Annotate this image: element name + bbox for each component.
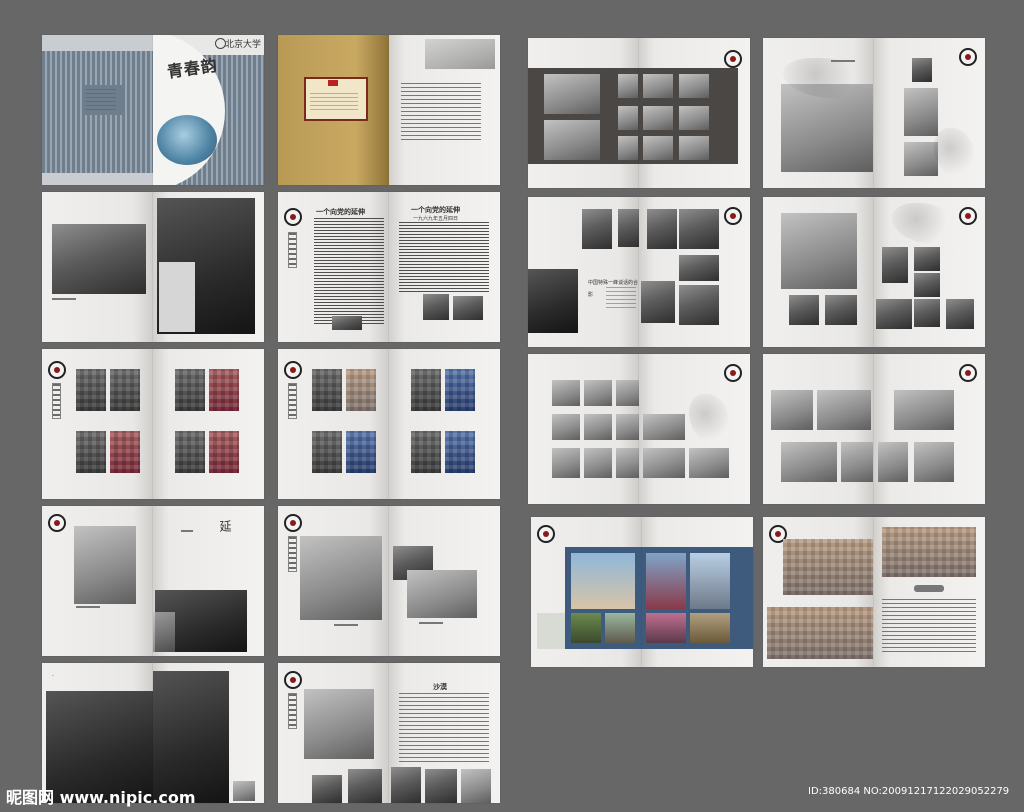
certificate-page xyxy=(278,35,389,185)
soldiers-photo-page: 延 xyxy=(153,506,264,656)
color-photos-left-page xyxy=(531,517,642,667)
village-left-page xyxy=(278,506,389,656)
boat-page: 中国特殊一峰谈话的合影 xyxy=(528,197,639,347)
spread-group-photos xyxy=(42,192,264,342)
portraits-right-page-b xyxy=(389,349,500,499)
village-right-page xyxy=(389,506,500,656)
color-photos-right-page xyxy=(642,517,753,667)
spread-essay: 沙漠 xyxy=(278,663,500,803)
intro-text-page xyxy=(389,35,500,185)
spread-color-photos xyxy=(531,517,753,667)
pavilion-page xyxy=(763,197,874,347)
palace-photo-page: · xyxy=(42,663,153,803)
spread-portraits-a xyxy=(42,349,264,499)
mountain-group-page xyxy=(763,38,874,188)
cover-back-page xyxy=(42,35,153,185)
brochure-preview-canvas: { "title": "青春韵", "cover_logo": "北京大学", … xyxy=(0,0,1024,812)
spread-newspaper: 一个向党的延伸 一个向党的延伸 一九六九年五月四日 xyxy=(278,192,500,342)
spread-reunion xyxy=(763,517,985,667)
portraits-left-page xyxy=(42,349,153,499)
boat-right-page xyxy=(639,197,750,347)
group-photo-page xyxy=(153,192,264,342)
portraits-left-page-b xyxy=(278,349,389,499)
spread-certificate xyxy=(278,35,500,185)
spread-village xyxy=(278,506,500,656)
spread-boat: 中国特殊一峰谈话的合影 xyxy=(528,197,750,347)
reunion-left-page xyxy=(763,517,874,667)
pagoda-photo-page xyxy=(278,663,389,803)
grid-photos-right-page xyxy=(639,354,750,504)
watermark-right: ID:380684 NO:20091217122029052279 xyxy=(808,786,1010,797)
construction-left-page xyxy=(763,354,874,504)
spread-cover: 青春韵 北京大学 xyxy=(42,35,264,185)
bamboo-page xyxy=(874,197,985,347)
spread-gate-photo: 延 xyxy=(42,506,264,656)
newspaper-heading-left: 一个向党的延伸 xyxy=(316,207,365,216)
newspaper-left-page: 一个向党的延伸 xyxy=(278,192,389,342)
watermark-left: 昵图网 www.nipic.com xyxy=(6,788,196,807)
newspaper-right-page: 一个向党的延伸 一九六九年五月四日 xyxy=(389,192,500,342)
portraits-right-page xyxy=(153,349,264,499)
essay-text-page: 沙漠 xyxy=(389,663,500,803)
reunion-right-page xyxy=(874,517,985,667)
spread-portraits-b xyxy=(278,349,500,499)
essay-section-label: 沙漠 xyxy=(433,682,447,691)
cover-logo-text: 北京大学 xyxy=(225,40,262,50)
spread-class-photos xyxy=(528,38,750,188)
spread-construction xyxy=(763,354,985,504)
class-photos-right-page xyxy=(639,38,750,188)
gate-photo-page xyxy=(42,506,153,656)
spread-pavilion xyxy=(763,197,985,347)
class-photos-left-page xyxy=(528,38,639,188)
meeting-photo-page xyxy=(42,192,153,342)
grid-photos-left-page xyxy=(528,354,639,504)
mountain-right-page xyxy=(874,38,985,188)
spread-grid-photos xyxy=(528,354,750,504)
construction-right-page xyxy=(874,354,985,504)
spread-palace: · xyxy=(42,663,264,803)
palace-right-page xyxy=(153,663,264,803)
spread-mountain-group xyxy=(763,38,985,188)
cover-front-page: 青春韵 北京大学 xyxy=(153,35,264,185)
